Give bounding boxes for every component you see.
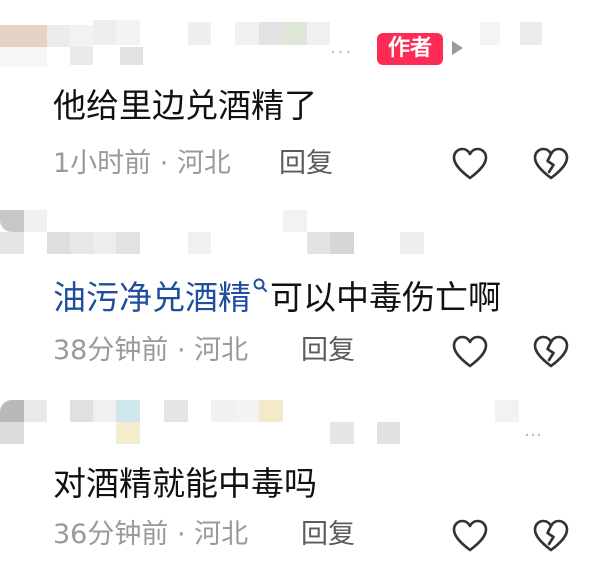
ellipsis: ...: [330, 37, 354, 58]
keyword-link[interactable]: 油污净兑酒精: [53, 278, 251, 317]
heart-outline-icon[interactable]: [452, 519, 488, 553]
blurred-user-info: [0, 380, 600, 460]
meta-separator: ·: [151, 148, 177, 179]
broken-heart-outline-icon[interactable]: [533, 519, 569, 553]
comment-item: … 对酒精就能中毒吗 36分钟前 · 河北 回复: [0, 380, 600, 569]
reply-button[interactable]: 回复: [279, 146, 333, 182]
comment-meta: 36分钟前 · 河北: [53, 517, 248, 553]
search-icon[interactable]: [252, 276, 268, 298]
avatar[interactable]: [0, 210, 24, 232]
comment-time: 38分钟前: [53, 335, 169, 366]
comment-meta: 1小时前 · 河北: [53, 146, 231, 182]
blurred-user-info: [0, 0, 600, 80]
comment-location: 河北: [176, 148, 231, 179]
play-triangle-icon[interactable]: [452, 41, 463, 55]
broken-heart-outline-icon[interactable]: [533, 147, 569, 181]
meta-separator: ·: [168, 519, 195, 550]
heart-outline-icon[interactable]: [452, 147, 488, 181]
blurred-user-info: [0, 190, 600, 270]
heart-outline-icon[interactable]: [452, 335, 488, 369]
comment-location: 河北: [194, 335, 249, 366]
reply-button[interactable]: 回复: [301, 333, 355, 369]
comment-text: 油污净兑酒精 可以中毒伤亡啊: [53, 276, 501, 320]
comment-text-rest: 可以中毒伤亡啊: [270, 278, 501, 317]
meta-separator: ·: [168, 335, 195, 366]
comment-item: 油污净兑酒精 可以中毒伤亡啊 38分钟前 · 河北 回复: [0, 190, 600, 380]
comment-location: 河北: [194, 519, 249, 550]
comment-item: ... 作者 他给里边兑酒精了 1小时前 · 河北 回复: [0, 0, 600, 190]
broken-heart-outline-icon[interactable]: [533, 335, 569, 369]
comment-text: 他给里边兑酒精了: [53, 86, 317, 125]
comment-text: 对酒精就能中毒吗: [53, 464, 317, 503]
avatar[interactable]: [0, 400, 24, 422]
comment-meta: 38分钟前 · 河北: [53, 333, 248, 369]
comment-time: 1小时前: [53, 148, 152, 179]
reply-button[interactable]: 回复: [301, 517, 355, 553]
ellipsis: …: [524, 420, 544, 441]
author-badge: 作者: [377, 33, 443, 65]
comment-time: 36分钟前: [53, 519, 169, 550]
avatar[interactable]: [0, 25, 47, 47]
